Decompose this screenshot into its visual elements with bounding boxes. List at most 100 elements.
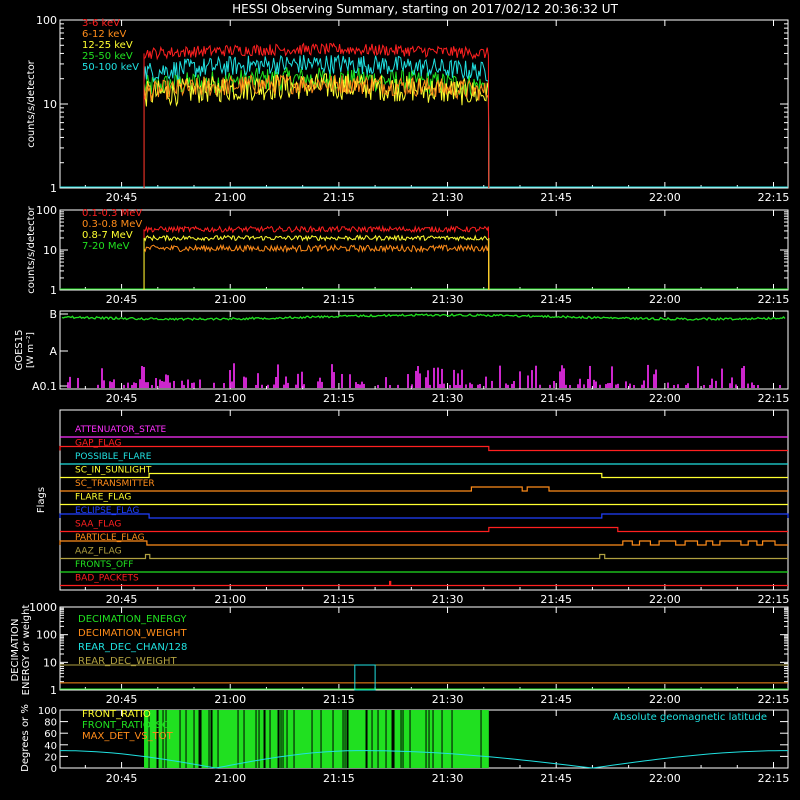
y-tick-label-1-0: 1 xyxy=(50,284,57,297)
x-tick-label-3-4: 21:45 xyxy=(540,593,572,606)
y-tick-label-4-1: 10 xyxy=(43,656,57,669)
x-tick-label-0-3: 21:30 xyxy=(432,191,464,204)
y-tick-label-0-0: 1 xyxy=(50,182,57,195)
y-tick-label-0-1: 10 xyxy=(43,98,57,111)
x-tick-label-1-6: 22:15 xyxy=(758,293,790,306)
x-tick-label-0-0: 20:45 xyxy=(106,191,138,204)
y-tick-label-2-1: A xyxy=(49,345,57,358)
x-tick-label-1-2: 21:15 xyxy=(323,293,355,306)
flag-label-1: GAP_FLAG xyxy=(75,439,121,449)
p4-legend-3: REAR_DEC_WEIGHT xyxy=(78,656,177,667)
x-tick-label-4-0: 20:45 xyxy=(106,693,138,706)
y-tick-label-5-0: 0 xyxy=(51,764,57,775)
x-tick-label-2-2: 21:15 xyxy=(323,392,355,405)
p0-legend-2: 12-25 keV xyxy=(82,40,133,51)
x-tick-label-5-0: 20:45 xyxy=(106,772,138,785)
x-tick-label-3-6: 22:15 xyxy=(758,593,790,606)
p4-legend-2: REAR_DEC_CHAN/128 xyxy=(78,642,187,653)
flag-label-10: FRONTS_OFF xyxy=(75,560,133,570)
y-tick-label-5-3: 60 xyxy=(44,729,57,740)
p1-legend-2: 0.8-7 MeV xyxy=(82,230,133,241)
x-tick-label-0-2: 21:15 xyxy=(323,191,355,204)
flag-label-7: SAA_FLAG xyxy=(75,520,121,530)
x-tick-label-5-5: 22:00 xyxy=(649,772,681,785)
y-tick-label-1-2: 100 xyxy=(36,204,57,217)
p4-legend-0: DECIMATION_ENERGY xyxy=(78,614,187,625)
p1-legend-0: 0.1-0.3 MeV xyxy=(82,208,142,219)
y-tick-label-1-1: 10 xyxy=(43,244,57,257)
x-tick-label-5-3: 21:30 xyxy=(432,772,464,785)
x-tick-label-0-6: 22:15 xyxy=(758,191,790,204)
x-tick-label-1-4: 21:45 xyxy=(540,293,572,306)
p1-legend-1: 0.3-0.8 MeV xyxy=(82,219,142,230)
x-tick-label-3-2: 21:15 xyxy=(323,593,355,606)
x-tick-label-3-1: 21:00 xyxy=(214,593,246,606)
x-tick-label-1-3: 21:30 xyxy=(432,293,464,306)
flag-label-9: AAZ_FLAG xyxy=(75,547,122,557)
x-tick-label-1-0: 20:45 xyxy=(106,293,138,306)
y-axis-label-4b: ENERGY or weight xyxy=(21,605,32,696)
chart-title: HESSI Observing Summary, starting on 201… xyxy=(232,2,618,16)
p5-legend-2: MAX_DET_VS_TOT xyxy=(82,731,174,742)
x-tick-label-4-6: 22:15 xyxy=(758,693,790,706)
flag-label-11: BAD_PACKETS xyxy=(75,574,139,584)
x-tick-label-3-5: 22:00 xyxy=(649,593,681,606)
flag-label-3: SC_IN_SUNLIGHT xyxy=(75,466,152,476)
p0-legend-4: 50-100 keV xyxy=(82,62,139,73)
x-tick-label-2-5: 22:00 xyxy=(649,392,681,405)
x-tick-label-2-3: 21:30 xyxy=(432,392,464,405)
x-tick-label-1-5: 22:00 xyxy=(649,293,681,306)
flag-label-0: ATTENUATOR_STATE xyxy=(75,425,167,435)
p5-legend-1: FRONT_RATIO_SC xyxy=(82,720,169,731)
y-tick-label-4-3: 1000 xyxy=(29,601,57,614)
flag-label-2: POSSIBLE_FLARE xyxy=(75,452,152,462)
y-tick-label-5-5: 100 xyxy=(38,706,57,717)
y-tick-label-5-1: 20 xyxy=(44,752,57,763)
p1-legend-3: 7-20 MeV xyxy=(82,241,130,252)
flag-label-8: PARTICLE_FLAG xyxy=(75,533,145,543)
observing-summary-chart: HESSI Observing Summary, starting on 201… xyxy=(0,0,800,800)
y-axis-label-4a: DECIMATION xyxy=(10,618,21,681)
y-tick-label-0-2: 100 xyxy=(36,14,57,27)
x-tick-label-0-4: 21:45 xyxy=(540,191,572,204)
y-tick-label-5-4: 80 xyxy=(44,718,57,729)
x-tick-label-4-5: 22:00 xyxy=(649,693,681,706)
x-tick-label-4-2: 21:15 xyxy=(323,693,355,706)
y-axis-unit-2: [W m⁻²] xyxy=(26,332,36,368)
flag-label-5: FLARE_FLAG xyxy=(75,493,131,503)
flag-label-4: SC_TRANSMITTER xyxy=(75,479,155,489)
y-tick-label-5-2: 40 xyxy=(44,741,57,752)
p0-legend-3: 25-50 keV xyxy=(82,51,133,62)
x-tick-label-2-6: 22:15 xyxy=(758,392,790,405)
flag-label-6: ECLIPSE_FLAG xyxy=(75,506,139,516)
x-tick-label-2-4: 21:45 xyxy=(540,392,572,405)
x-tick-label-4-3: 21:30 xyxy=(432,693,464,706)
x-tick-label-5-6: 22:15 xyxy=(758,772,790,785)
y-tick-label-4-2: 100 xyxy=(36,629,57,642)
p5-legend-0: FRONT_RATIO xyxy=(82,709,151,720)
x-tick-label-2-0: 20:45 xyxy=(106,392,138,405)
y-axis-label-2: GOES15 xyxy=(14,329,25,370)
ratio-block-5 xyxy=(144,710,489,768)
x-tick-label-4-4: 21:45 xyxy=(540,693,572,706)
y-axis-label-0: counts/s/detector xyxy=(26,59,37,147)
x-tick-label-4-1: 21:00 xyxy=(214,693,246,706)
x-tick-label-5-1: 21:00 xyxy=(214,772,246,785)
y-axis-label-1: counts/s/detector xyxy=(26,205,37,293)
x-tick-label-5-2: 21:15 xyxy=(323,772,355,785)
x-tick-label-0-1: 21:00 xyxy=(214,191,246,204)
latitude-annotation-5: Absolute geomagnetic latitude xyxy=(613,712,767,723)
p0-legend-1: 6-12 keV xyxy=(82,29,126,40)
x-tick-label-5-4: 21:45 xyxy=(540,772,572,785)
y-axis-label-3: Flags xyxy=(36,487,47,513)
y-tick-label-2-0: A0.1 xyxy=(32,380,57,393)
x-tick-label-3-0: 20:45 xyxy=(106,593,138,606)
x-tick-label-1-1: 21:00 xyxy=(214,293,246,306)
y-axis-label-5: Degrees or % xyxy=(20,704,31,772)
p0-legend-0: 3-6 keV xyxy=(82,18,120,29)
x-tick-label-3-3: 21:30 xyxy=(432,593,464,606)
y-tick-label-2-2: B xyxy=(49,308,57,321)
y-tick-label-4-0: 1 xyxy=(50,684,57,697)
x-tick-label-0-5: 22:00 xyxy=(649,191,681,204)
p4-legend-1: DECIMATION_WEIGHT xyxy=(78,628,187,639)
